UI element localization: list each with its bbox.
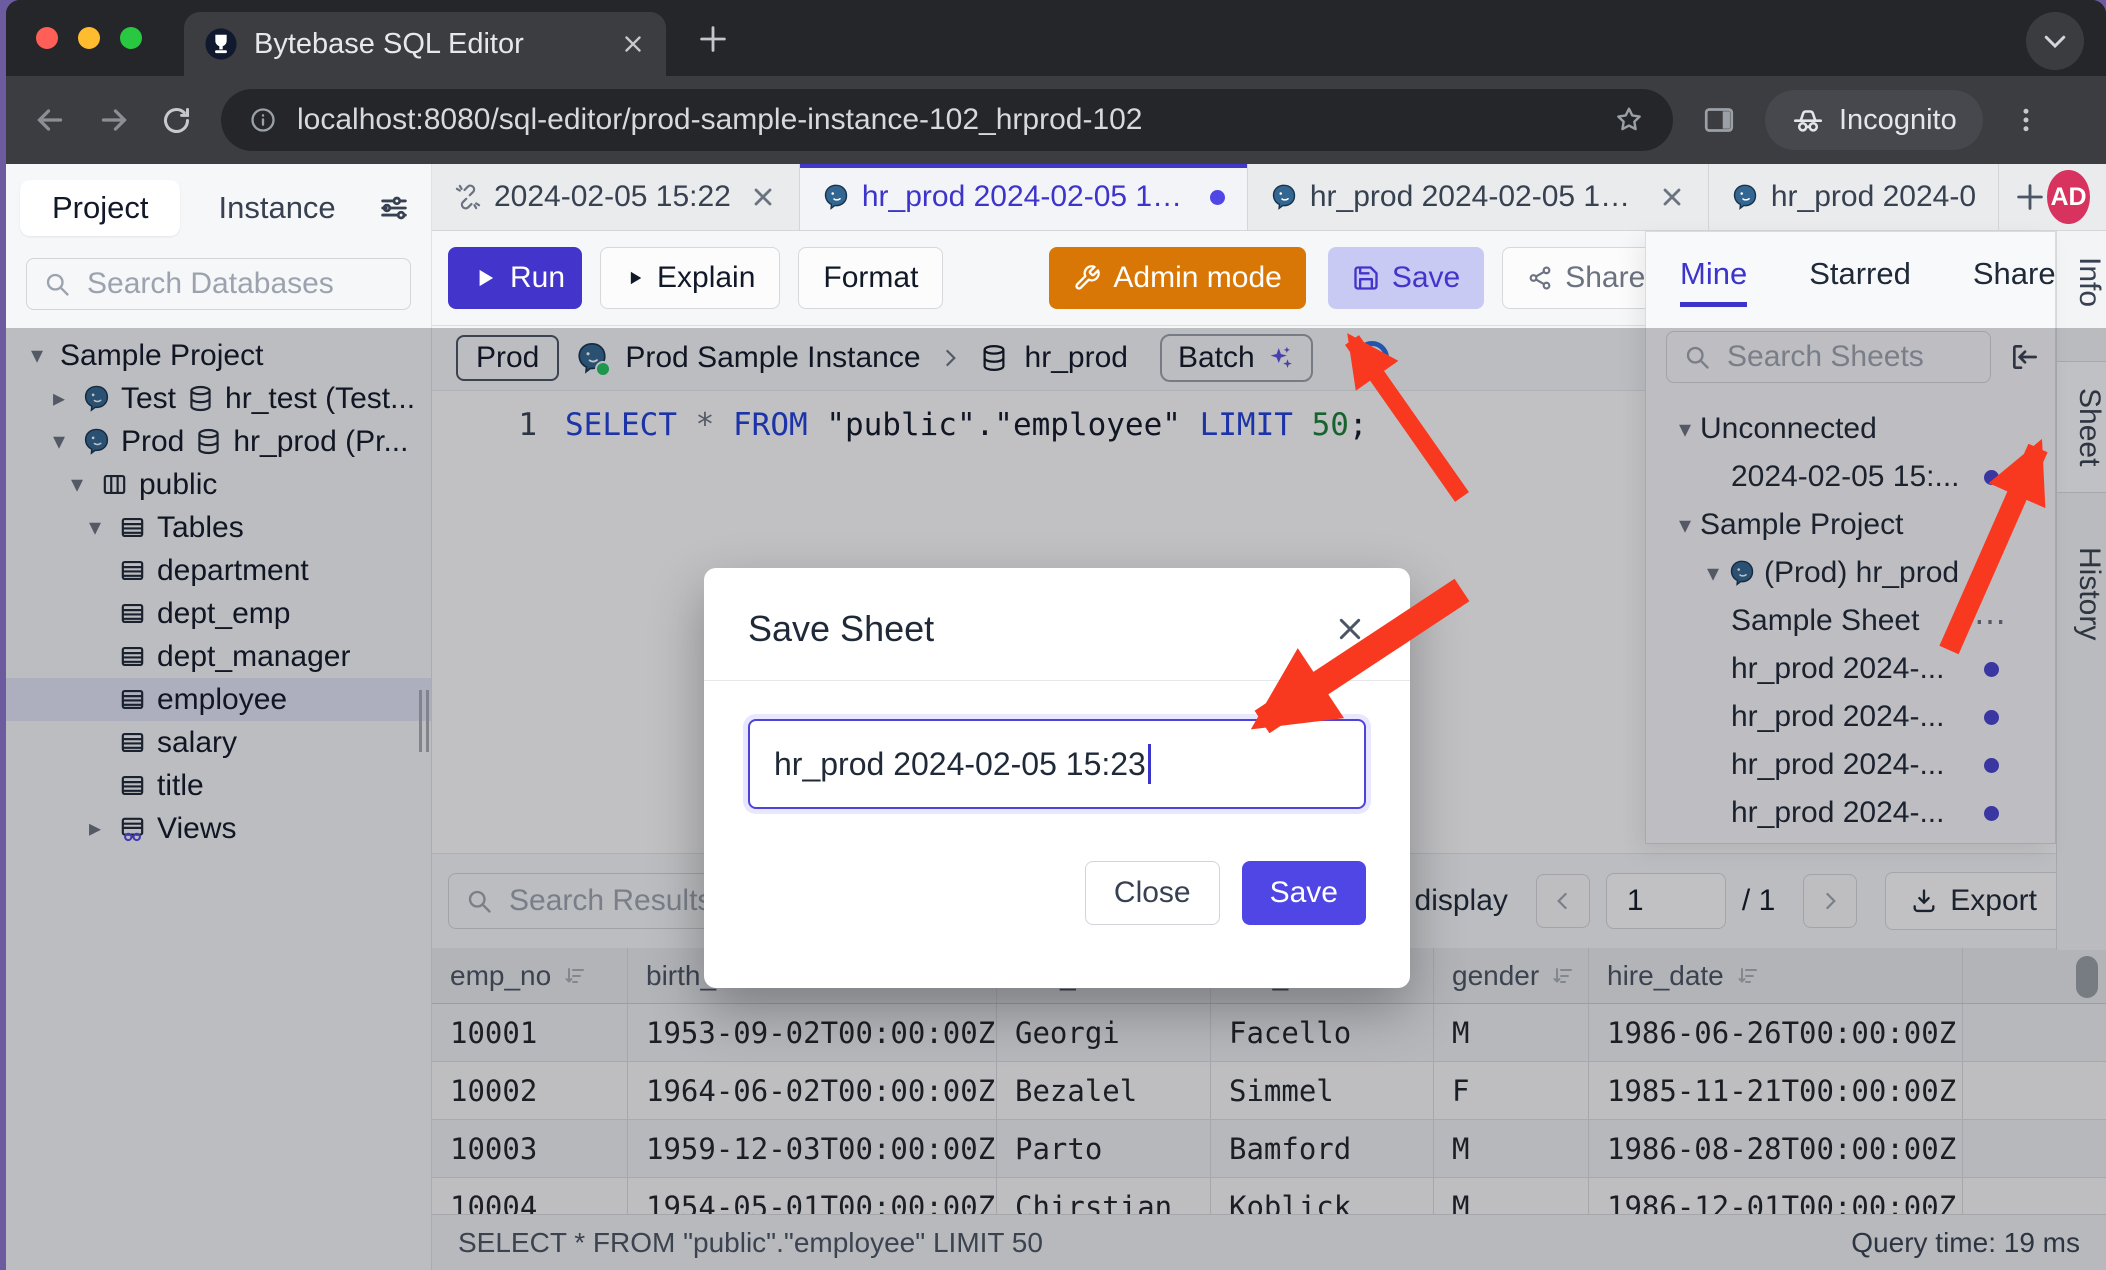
save-button[interactable]: Save [1328,247,1484,309]
search-icon [43,270,71,298]
forward-icon[interactable] [96,102,132,138]
bookmark-star-icon[interactable] [1613,104,1645,136]
modal-title: Save Sheet [748,608,934,650]
new-sheet-tab-icon[interactable] [2013,180,2047,214]
back-icon[interactable] [32,102,68,138]
sheet-tab-share[interactable]: Share [1973,256,2056,307]
modal-save-button[interactable]: Save [1242,861,1366,925]
format-button[interactable]: Format [798,247,943,309]
incognito-badge: Incognito [1765,90,1983,150]
play-outline-icon [625,268,645,288]
vertical-tab-info[interactable]: Info [2057,231,2106,333]
new-browser-tab-icon[interactable] [696,22,730,56]
tab-instance[interactable]: Instance [186,180,367,236]
format-label: Format [823,261,918,295]
sheet-panel-tabs: Mine Starred Share [1646,232,2055,317]
close-tab-icon[interactable] [1658,183,1686,211]
browser-tab-title: Bytebase SQL Editor [254,28,604,61]
modal-close-button[interactable]: Close [1085,861,1220,925]
browser-tab[interactable]: Bytebase SQL Editor [184,12,666,76]
sidebar-tabs: Project Instance [20,180,417,236]
bytebase-favicon-icon [204,27,238,61]
admin-mode-label: Admin mode [1113,261,1281,295]
incognito-icon [1791,103,1825,137]
sheet-name-input[interactable]: hr_prod 2024-02-05 15:23 [748,719,1366,809]
window-zoom-button[interactable] [120,27,142,49]
browser-window: Bytebase SQL Editor localho [6,0,2106,1270]
reload-icon[interactable] [160,104,193,137]
postgresql-icon [1731,183,1759,211]
explain-label: Explain [657,261,755,295]
url-bar[interactable]: localhost:8080/sql-editor/prod-sample-in… [221,89,1673,151]
chevron-down-icon [2040,26,2070,56]
browser-menu-icon[interactable] [2011,105,2041,135]
incognito-label: Incognito [1839,104,1957,137]
tab-search-button[interactable] [2026,12,2084,70]
sheet-tab-mine[interactable]: Mine [1680,256,1747,307]
floppy-save-icon [1352,264,1380,292]
share-label: Share [1565,261,1645,295]
text-cursor [1148,744,1151,784]
database-search-input[interactable] [85,266,394,302]
wrench-icon [1073,264,1101,292]
editor-tabbar: 2024-02-05 15:22 hr_prod 2024-02-05 15:23… [432,164,2106,231]
window-close-button[interactable] [36,27,58,49]
editor-tab-label: 2024-02-05 15:22 [494,180,731,214]
modal-close-label: Close [1114,876,1191,910]
site-info-icon[interactable] [249,106,277,134]
run-button[interactable]: Run [448,247,582,309]
unsaved-indicator [1210,190,1225,205]
editor-tab[interactable]: 2024-02-05 15:22 [432,164,800,230]
database-search[interactable] [26,258,411,310]
editor-tab[interactable]: hr_prod 2024-02-05 15:43 [1248,164,1709,230]
postgresql-icon [822,183,850,211]
modal-save-label: Save [1270,876,1338,910]
run-label: Run [510,261,565,295]
sheet-tab-starred[interactable]: Starred [1809,256,1911,307]
window-controls [36,0,142,76]
browser-tabstrip: Bytebase SQL Editor [6,0,2106,76]
close-tab-icon[interactable] [749,183,777,211]
window-minimize-button[interactable] [78,27,100,49]
save-label: Save [1392,261,1460,295]
editor-tab[interactable]: hr_prod 2024-0 [1709,164,1999,230]
play-icon [472,265,498,291]
save-sheet-modal: Save Sheet hr_prod 2024-02-05 15:23 Clos… [704,568,1410,988]
filter-sliders-icon[interactable] [377,191,411,225]
postgresql-icon [1270,183,1298,211]
url-text: localhost:8080/sql-editor/prod-sample-in… [297,103,1593,137]
close-browser-tab-icon[interactable] [620,31,646,57]
close-icon[interactable] [1334,613,1366,645]
explain-button[interactable]: Explain [600,247,780,309]
side-panel-icon[interactable] [1701,102,1737,138]
editor-tab[interactable]: hr_prod 2024-02-05 15:23 [800,164,1248,230]
browser-navbar: localhost:8080/sql-editor/prod-sample-in… [6,76,2106,164]
editor-tab-label: hr_prod 2024-02-05 15:43 [1310,180,1640,214]
editor-tab-label: hr_prod 2024-0 [1771,180,1976,214]
tab-project[interactable]: Project [20,180,180,236]
user-avatar[interactable]: AD [2047,170,2090,224]
share-icon [1527,265,1553,291]
unlink-icon [454,183,482,211]
sheet-name-value: hr_prod 2024-02-05 15:23 [774,746,1146,783]
editor-tab-label: hr_prod 2024-02-05 15:23 [862,180,1192,214]
admin-mode-button[interactable]: Admin mode [1049,247,1305,309]
